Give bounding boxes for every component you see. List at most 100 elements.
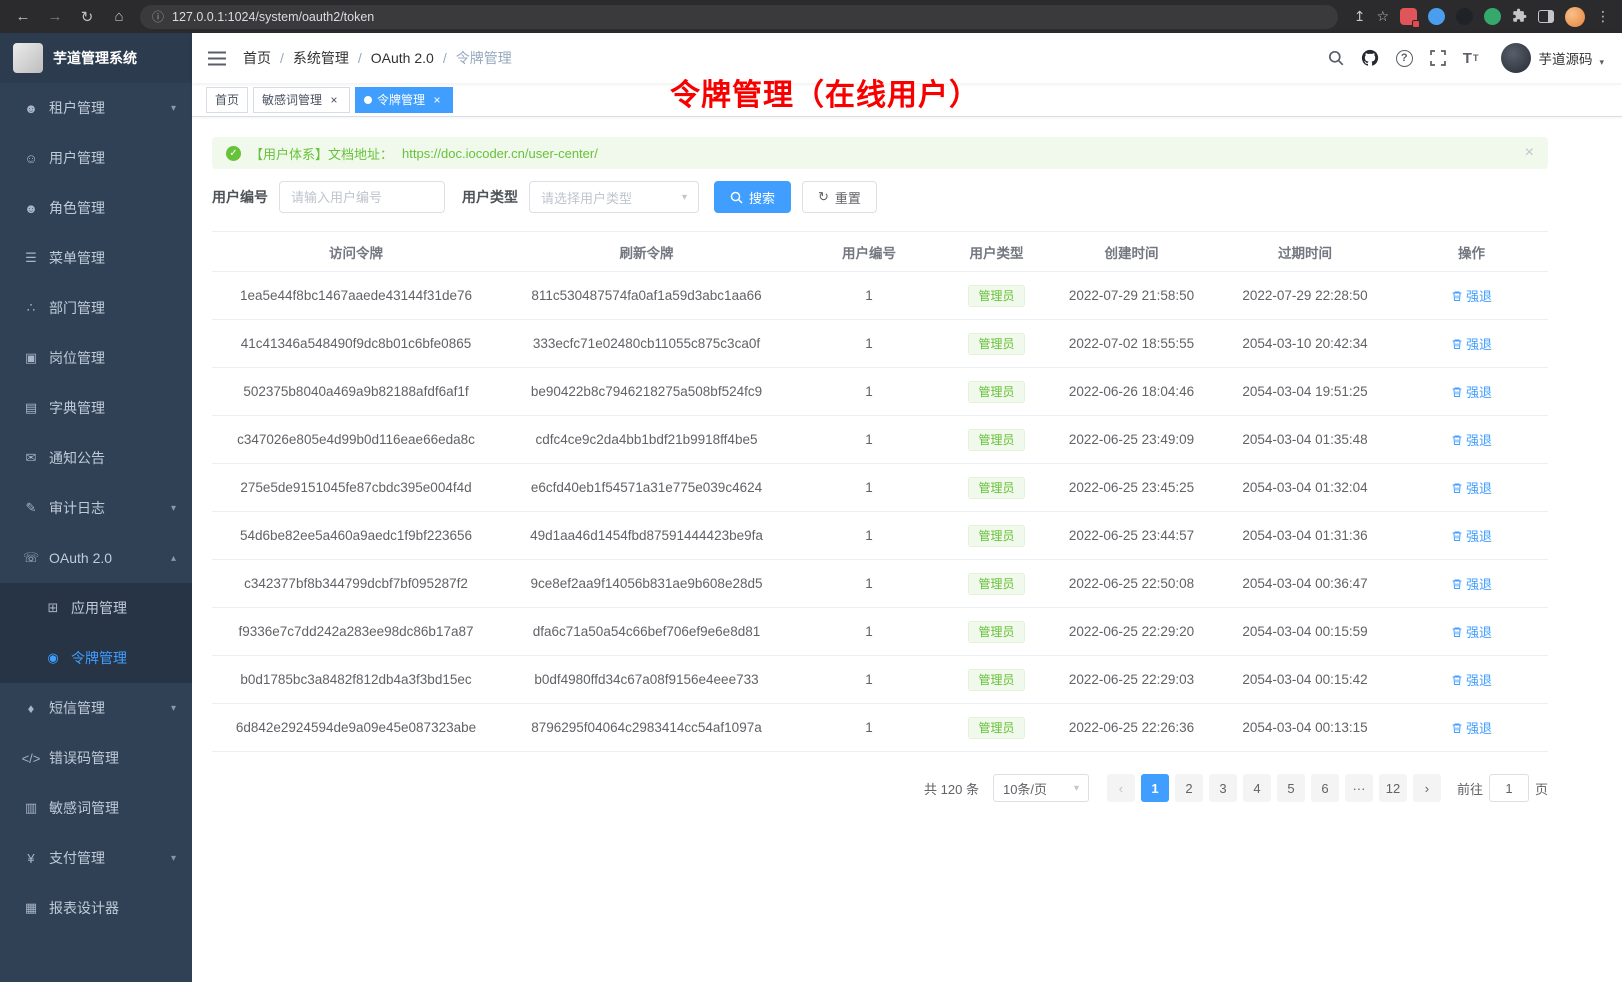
browser-home-button[interactable]: ⌂ [108,8,130,25]
breadcrumb-item[interactable]: OAuth 2.0 [349,50,434,66]
user-id-input[interactable] [279,181,445,213]
sidebar-item-error-code-management[interactable]: </> 错误码管理 [0,733,192,783]
browser-profile-avatar[interactable] [1565,7,1585,27]
refresh-token-cell: be90422b8c7946218275a508bf524fc9 [500,368,793,416]
create-time-cell: 2022-06-25 22:29:20 [1048,608,1215,656]
table-row: 41c41346a548490f9dc8b01c6bfe0865 333ecfc… [212,320,1548,368]
force-logout-button[interactable]: 强退 [1451,334,1492,353]
page-number-button[interactable]: 3 [1209,774,1237,802]
site-info-icon[interactable]: ⓘ [152,8,164,25]
menu-item-label: 字典管理 [49,398,105,418]
menu-item-label: 短信管理 [49,698,105,718]
extension-icon-red[interactable] [1400,8,1417,25]
browser-forward-button[interactable]: → [44,8,66,25]
browser-menu-icon[interactable]: ⋮ [1596,8,1610,25]
extension-icon-dark[interactable] [1456,8,1473,25]
sidebar-menu: ☻ 租户管理 ▾ ☺ 用户管理 ☻ 角色管理 ☰ [0,83,192,982]
breadcrumb-item[interactable]: 系统管理 [271,48,349,68]
sidebar-item-sensitive-word-management[interactable]: ▥ 敏感词管理 [0,783,192,833]
sidebar-item-report-designer[interactable]: ▦ 报表设计器 [0,883,192,933]
font-size-icon[interactable]: TT [1463,50,1479,67]
force-logout-button[interactable]: 强退 [1451,622,1492,641]
sidebar-item-oauth2[interactable]: ☏ OAuth 2.0 ▴ [0,533,192,583]
alert-close-icon[interactable]: × [1525,144,1534,162]
search-icon[interactable] [1328,50,1344,66]
alert-doc-link[interactable]: https://doc.iocoder.cn/user-center/ [402,146,598,161]
sidebar-item-audit-log[interactable]: ✎ 审计日志 ▾ [0,483,192,533]
force-logout-button[interactable]: 强退 [1451,286,1492,305]
user-menu[interactable]: 芋道源码 ▾ [1501,43,1604,73]
page-number-button[interactable]: 5 [1277,774,1305,802]
force-logout-label: 强退 [1466,478,1492,497]
sidebar-item-tenant-management[interactable]: ☻ 租户管理 ▾ [0,83,192,133]
force-logout-button[interactable]: 强退 [1451,478,1492,497]
force-logout-button[interactable]: 强退 [1451,718,1492,737]
share-icon[interactable]: ↥ [1354,8,1366,25]
menu-item-icon: </> [20,751,42,766]
sidebar-item-dept-management[interactable]: ∴ 部门管理 [0,283,192,333]
force-logout-button[interactable]: 强退 [1451,430,1492,449]
github-icon[interactable] [1361,49,1379,67]
force-logout-button[interactable]: 强退 [1451,526,1492,545]
menu-item-label: 菜单管理 [49,248,105,268]
table-row: c342377bf8b344799dcbf7bf095287f2 9ce8ef2… [212,560,1548,608]
extensions-puzzle-icon[interactable] [1512,8,1527,26]
prev-page-button[interactable]: ‹ [1107,774,1135,802]
page-number-button[interactable]: 12 [1379,774,1407,802]
sidebar-item-app-management[interactable]: ⊞ 应用管理 [0,583,192,633]
page-tab[interactable]: 敏感词管理 × [253,87,350,113]
reset-button[interactable]: ↻ 重置 [802,181,877,213]
tab-close-icon[interactable]: × [430,93,444,107]
help-icon[interactable]: ? [1396,50,1413,67]
tab-close-icon[interactable]: × [327,93,341,107]
page-tab[interactable]: 首页 × [206,87,248,113]
sidebar-item-payment-management[interactable]: ¥ 支付管理 ▾ [0,833,192,883]
access-token-cell: 275e5de9151045fe87cbdc395e004f4d [212,464,500,512]
sidebar-item-user-management[interactable]: ☺ 用户管理 [0,133,192,183]
column-header: 过期时间 [1215,232,1395,272]
sidebar-item-dict-management[interactable]: ▤ 字典管理 [0,383,192,433]
user-type-select[interactable]: 请选择用户类型 ▾ [529,181,699,213]
user-type-tag: 管理员 [968,333,1024,355]
force-logout-button[interactable]: 强退 [1451,574,1492,593]
sidebar-item-post-management[interactable]: ▣ 岗位管理 [0,333,192,383]
page-number-button[interactable]: 2 [1175,774,1203,802]
tab-label: 敏感词管理 [262,91,322,108]
action-cell: 强退 [1395,656,1548,704]
browser-reload-button[interactable]: ↻ [76,8,98,26]
sidebar-item-menu-management[interactable]: ☰ 菜单管理 [0,233,192,283]
fullscreen-icon[interactable] [1430,50,1446,66]
sidebar-item-notice-announcement[interactable]: ✉ 通知公告 [0,433,192,483]
goto-page-input[interactable] [1489,774,1529,802]
sidebar-item-sms-management[interactable]: ♦ 短信管理 ▾ [0,683,192,733]
bookmark-star-icon[interactable]: ☆ [1376,8,1389,25]
menu-item-label: 报表设计器 [49,898,119,918]
breadcrumb-item[interactable]: 首页 [243,48,271,68]
column-header: 用户类型 [945,232,1048,272]
refresh-token-cell: e6cfd40eb1f54571a31e775e039c4624 [500,464,793,512]
extension-icon-blue[interactable] [1428,8,1445,25]
page-tab[interactable]: 令牌管理 × [355,87,453,113]
main-area: 令牌管理（在线用户） 首页 系统管理 OAuth 2.0 令牌管理 [192,33,1622,982]
force-logout-button[interactable]: 强退 [1451,670,1492,689]
force-logout-button[interactable]: 强退 [1451,382,1492,401]
page-number-button[interactable]: ··· [1345,774,1373,802]
access-token-cell: 1ea5e44f8bc1467aaede43144f31de76 [212,272,500,320]
breadcrumb-item[interactable]: 令牌管理 [434,48,512,68]
sidebar-toggle-icon[interactable] [208,51,226,66]
menu-item-icon: ☰ [20,250,42,266]
goto-suffix: 页 [1535,779,1548,798]
page-number-button[interactable]: 6 [1311,774,1339,802]
page-number-button[interactable]: 4 [1243,774,1271,802]
page-number-button[interactable]: 1 [1141,774,1169,802]
browser-back-button[interactable]: ← [12,8,34,25]
page-size-select[interactable]: 10条/页 ▾ [993,774,1089,802]
search-button[interactable]: 搜索 [714,181,791,213]
next-page-button[interactable]: › [1413,774,1441,802]
browser-address-bar[interactable]: ⓘ 127.0.0.1:1024/system/oauth2/token [140,5,1338,29]
sidebar-item-role-management[interactable]: ☻ 角色管理 [0,183,192,233]
sidebar-item-token-management[interactable]: ◉ 令牌管理 [0,633,192,683]
menu-item-label: 敏感词管理 [49,798,119,818]
extension-icon-green[interactable] [1484,8,1501,25]
side-panel-icon[interactable] [1538,10,1554,23]
